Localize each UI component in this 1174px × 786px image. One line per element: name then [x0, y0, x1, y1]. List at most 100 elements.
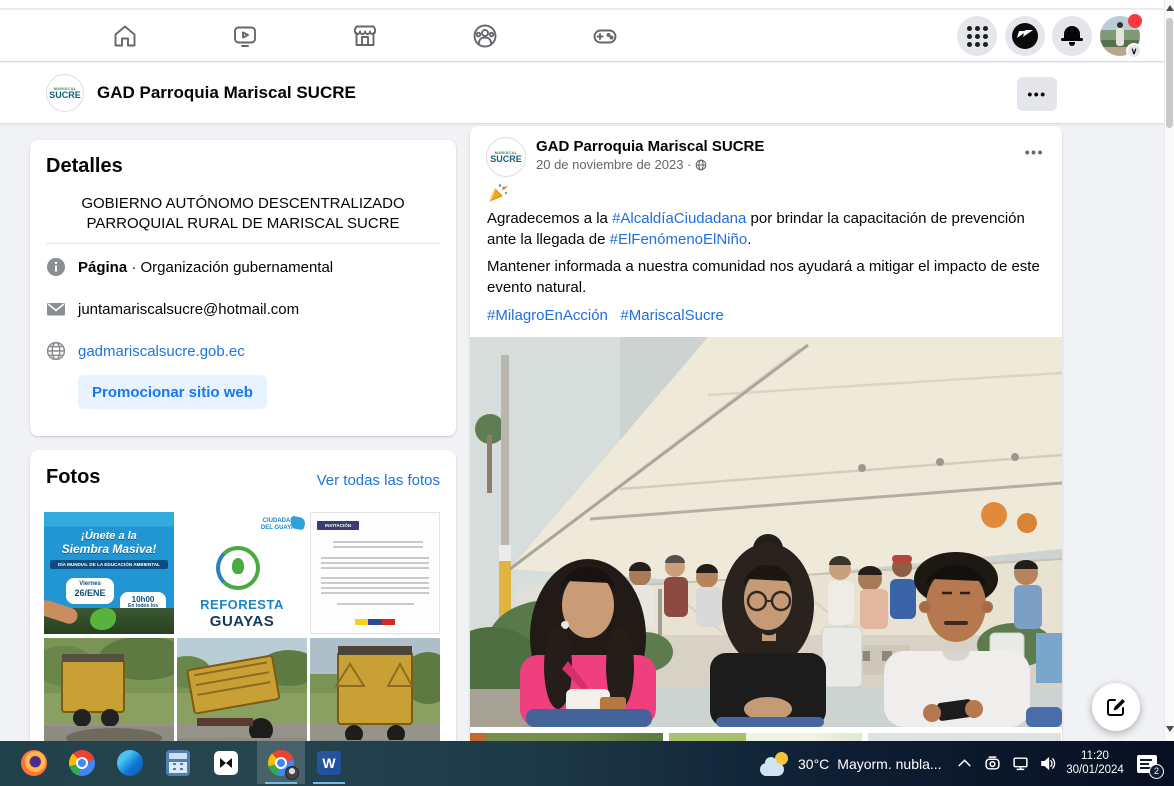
gaming-icon [591, 22, 619, 50]
desktop-screen: ∨ MARISCAL SUCRE GAD Parroquia Mariscal … [0, 0, 1174, 786]
mail-icon [46, 299, 66, 319]
taskbar-chrome-profile-active[interactable] [257, 741, 305, 784]
poster-text: Siembra Masiva! [44, 542, 174, 556]
hashtag-link[interactable]: #MariscalSucre [620, 307, 723, 324]
poster-banner: DÍA MUNDIAL DE LA EDUCACIÓN AMBIENTAL [50, 560, 168, 569]
email-row: juntamariscalsucre@hotmail.com [46, 299, 440, 319]
photos-title: Fotos [46, 466, 100, 489]
tab-watch[interactable] [221, 16, 269, 56]
system-tray [956, 741, 1057, 786]
action-center-button[interactable]: 2 [1137, 741, 1157, 786]
apps-menu-button[interactable] [957, 16, 997, 56]
notification-count-badge: 2 [1149, 764, 1164, 779]
watch-icon [231, 22, 259, 50]
weather-temp: 30°C [798, 756, 829, 772]
post-date-text: 20 de noviembre de 2023 · [536, 157, 691, 172]
website-row: gadmariscalsucre.gob.ec [46, 341, 440, 361]
post-more-button[interactable]: ••• [1025, 144, 1044, 160]
post-author-avatar[interactable]: MARISCAL SUCRE [486, 137, 526, 177]
taskbar-capcut[interactable] [202, 741, 250, 784]
details-description: GOBIERNO AUTÓNOMO DESCENTRALIZADO PARROQ… [46, 194, 440, 234]
photo-thumb-siembra[interactable]: ¡Únete a la Siembra Masiva! DÍA MUNDIAL … [44, 512, 174, 634]
chrome-icon [69, 750, 95, 776]
page-title: GAD Parroquia Mariscal SUCRE [97, 83, 356, 103]
post-timestamp[interactable]: 20 de noviembre de 2023 · [536, 157, 707, 172]
windows-taskbar: W 30°C Mayorm. nubla... 11:20 30/01/2024… [0, 741, 1174, 786]
tray-network-icon[interactable] [1012, 755, 1029, 772]
tab-groups[interactable] [461, 16, 509, 56]
taskbar-clock[interactable]: 11:20 30/01/2024 [1062, 741, 1128, 786]
firefox-icon [21, 750, 47, 776]
tab-home[interactable] [101, 16, 149, 56]
compose-icon [1105, 696, 1127, 718]
poster-text: GUAYAS [177, 613, 307, 630]
logo-text-bottom: SUCRE [490, 155, 522, 164]
weather-icon [760, 752, 790, 776]
scrollbar[interactable] [1164, 0, 1174, 741]
divider [46, 243, 440, 244]
see-all-photos-link[interactable]: Ver todas las fotos [317, 472, 440, 489]
category-text: Página · Organización gubernamental [78, 259, 333, 276]
capcut-icon [214, 751, 238, 775]
taskbar-word[interactable]: W [305, 741, 353, 784]
party-popper-emoji [487, 182, 509, 204]
tab-marketplace[interactable] [341, 16, 389, 56]
post-author-name[interactable]: GAD Parroquia Mariscal SUCRE [536, 138, 764, 156]
calculator-icon [166, 750, 190, 776]
tray-chevron-up-icon[interactable] [956, 755, 973, 772]
post-card: MARISCAL SUCRE GAD Parroquia Mariscal SU… [470, 126, 1062, 786]
profile-mini-avatar [285, 766, 299, 780]
page-header: MARISCAL SUCRE GAD Parroquia Mariscal SU… [0, 63, 1174, 123]
grid-menu-icon [967, 26, 988, 47]
tray-volume-icon[interactable] [1040, 755, 1057, 772]
post-paragraph-2: Mantener informada a nuestra comunidad n… [487, 256, 1047, 298]
promote-website-button[interactable]: Promocionar sitio web [78, 375, 267, 409]
notification-red-dot [1128, 14, 1142, 28]
scrollbar-up-arrow[interactable] [1166, 5, 1174, 11]
tab-gaming[interactable] [581, 16, 629, 56]
post-main-photo[interactable] [470, 337, 1062, 727]
hashtag-link[interactable]: #AlcaldíaCiudadana [612, 210, 746, 227]
email-text: juntamariscalsucre@hotmail.com [78, 301, 299, 318]
details-title: Detalles [46, 155, 123, 178]
public-globe-icon [695, 159, 707, 171]
account-chevron-icon[interactable]: ∨ [1126, 43, 1142, 59]
photos-card: Fotos Ver todas las fotos ¡Únete a la Si… [30, 450, 456, 786]
logo-text-bottom: SUCRE [49, 91, 81, 100]
website-link[interactable]: gadmariscalsucre.gob.ec [78, 343, 245, 360]
word-icon: W [317, 751, 341, 775]
messenger-button[interactable] [1005, 16, 1045, 56]
taskbar-calculator[interactable] [154, 741, 202, 784]
home-icon [111, 22, 139, 50]
photo-thumb-invitacion[interactable]: INVITACIÓN [310, 512, 440, 634]
taskbar-chrome[interactable] [58, 741, 106, 784]
hashtag-link[interactable]: #ElFenómenoElNiño [610, 231, 748, 248]
browser-top-strip [0, 0, 1174, 9]
scrollbar-down-arrow[interactable] [1166, 726, 1174, 732]
info-icon [46, 257, 66, 277]
scrollbar-thumb[interactable] [1166, 18, 1173, 128]
notifications-button[interactable] [1052, 16, 1092, 56]
globe-icon [46, 341, 66, 361]
bell-icon [1061, 25, 1083, 47]
more-icon: ••• [1027, 86, 1046, 102]
post-paragraph-1: Agradecemos a la #AlcaldíaCiudadana por … [487, 208, 1047, 250]
edge-icon [117, 750, 143, 776]
poster-banner: INVITACIÓN [317, 521, 359, 530]
facebook-nav-bar: ∨ [0, 10, 1174, 62]
ecuador-flag [355, 619, 395, 625]
compose-fab-button[interactable] [1092, 683, 1140, 731]
taskbar-firefox[interactable] [10, 741, 58, 784]
clock-time: 11:20 [1062, 749, 1128, 763]
weather-widget[interactable]: 30°C Mayorm. nubla... [760, 741, 942, 786]
clock-date: 30/01/2024 [1062, 763, 1128, 777]
groups-icon [471, 22, 499, 50]
taskbar-edge[interactable] [106, 741, 154, 784]
page-logo-avatar[interactable]: MARISCAL SUCRE [46, 74, 84, 112]
hashtag-link[interactable]: #MilagroEnAcción [487, 307, 608, 324]
photo-thumb-reforesta[interactable]: CIUDADANADEL GUAYAS REFORESTA GUAYAS [177, 512, 307, 634]
action-center-icon: 2 [1137, 755, 1157, 773]
tray-screen-icon[interactable] [984, 755, 1001, 772]
marketplace-icon [351, 22, 379, 50]
page-more-button[interactable]: ••• [1017, 77, 1057, 111]
